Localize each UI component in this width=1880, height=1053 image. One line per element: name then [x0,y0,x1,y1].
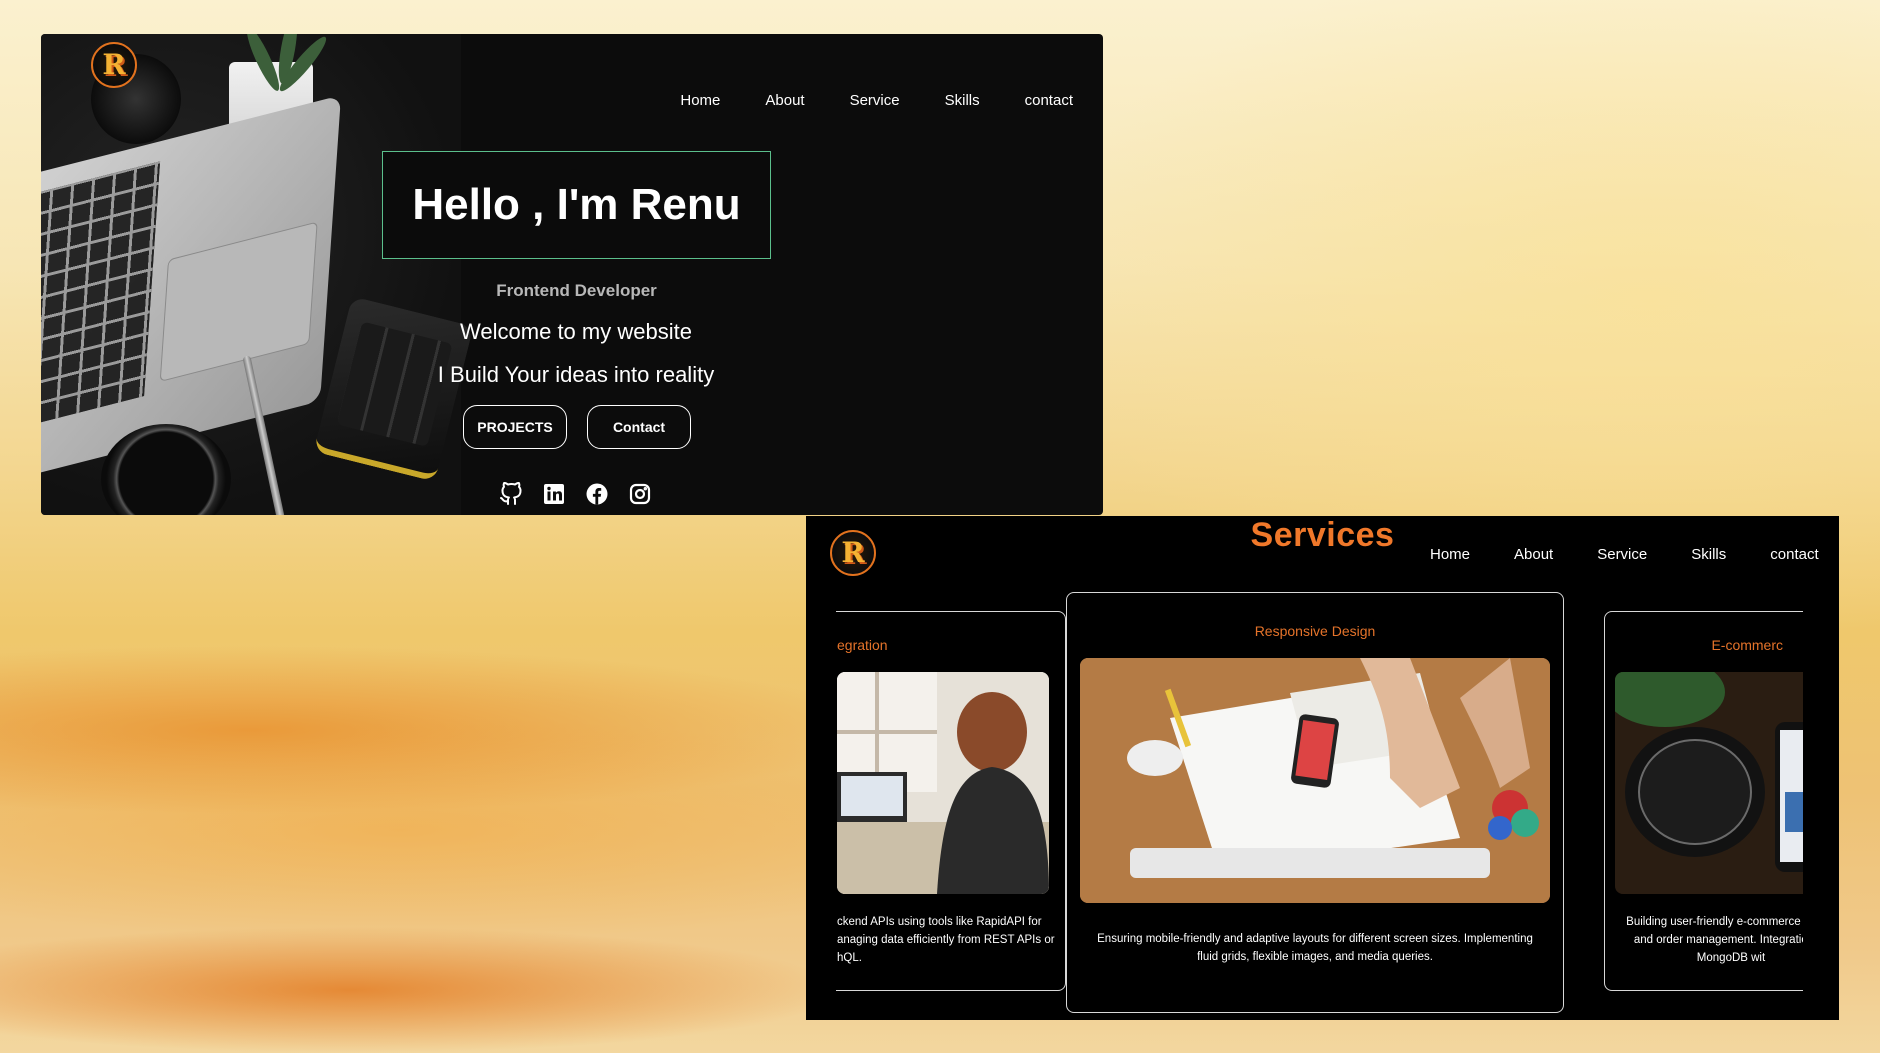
card-title: E-commerc [1711,637,1783,653]
nav-skills[interactable]: Skills [1691,546,1726,563]
services-screenshot: R Services Home About Service Skills con… [806,516,1839,1020]
desc-line: fluid grids, flexible images, and media … [1197,950,1433,963]
contact-button[interactable]: Contact [587,405,691,449]
site-logo[interactable]: R [91,42,137,88]
nav-contact[interactable]: contact [1025,92,1073,109]
services-carousel[interactable]: egration ckend APIs using tools like Rap… [836,586,1806,1020]
desc-line: anaging data efficiently from REST APIs … [837,933,1055,946]
hero-screenshot: R Home About Service Skills contact Hell… [41,34,1103,515]
card-image-desk-wireframes [1080,658,1550,903]
nav-home[interactable]: Home [680,92,720,109]
instagram-icon[interactable] [627,481,653,507]
card-description: Ensuring mobile-friendly and adaptive la… [1077,931,1553,967]
desc-line: MongoDB wit [1696,951,1766,964]
card-description: Building user-friendly e-commerce interf… [1615,914,1806,967]
carousel-right-edge [1803,586,1839,1006]
desc-line: and order management. Integration wi [1633,933,1806,946]
nav-contact[interactable]: contact [1770,546,1818,563]
social-links [498,481,653,507]
card-description: ckend APIs using tools like RapidAPI for… [837,914,1055,967]
desc-line: hQL. [837,951,862,964]
service-card-api-integration[interactable]: egration ckend APIs using tools like Rap… [836,611,1066,991]
carousel-left-edge [806,586,836,1006]
headline-box: Hello , I'm Renu [382,151,771,259]
nav-service[interactable]: Service [1597,546,1647,563]
welcome-text: Welcome to my website [460,319,692,344]
linkedin-icon[interactable] [541,481,567,507]
desc-line: ckend APIs using tools like RapidAPI for [837,916,1042,928]
nav-home[interactable]: Home [1430,546,1470,563]
card-image-woman-at-laptop [837,672,1049,894]
card-title: Responsive Design [1254,623,1376,639]
nav-service[interactable]: Service [850,92,900,109]
service-card-ecommerce[interactable]: E-commerc Building user-friendly e-comme… [1604,611,1806,991]
services-nav: Home About Service Skills contact [1430,546,1819,563]
logo-letter: R [102,48,126,81]
github-icon[interactable] [498,481,524,507]
desc-line: Building user-friendly e-commerce interf… [1626,916,1806,928]
card-image-product-and-phone [1615,672,1806,894]
card-title: egration [837,637,888,653]
hero-nav: Home About Service Skills contact [635,92,1073,109]
nav-about[interactable]: About [1514,546,1553,563]
nav-about[interactable]: About [765,92,804,109]
nav-skills[interactable]: Skills [945,92,980,109]
desc-line: Ensuring mobile-friendly and adaptive la… [1097,933,1533,945]
tagline-text: I Build Your ideas into reality [437,362,715,387]
facebook-icon[interactable] [584,481,610,507]
projects-button[interactable]: PROJECTS [463,405,567,449]
role-subtitle: Frontend Developer [496,281,657,300]
service-card-responsive-design[interactable]: Responsive Design Ensuring mobile-friend… [1066,592,1564,1013]
headline: Hello , I'm Renu [412,180,741,229]
